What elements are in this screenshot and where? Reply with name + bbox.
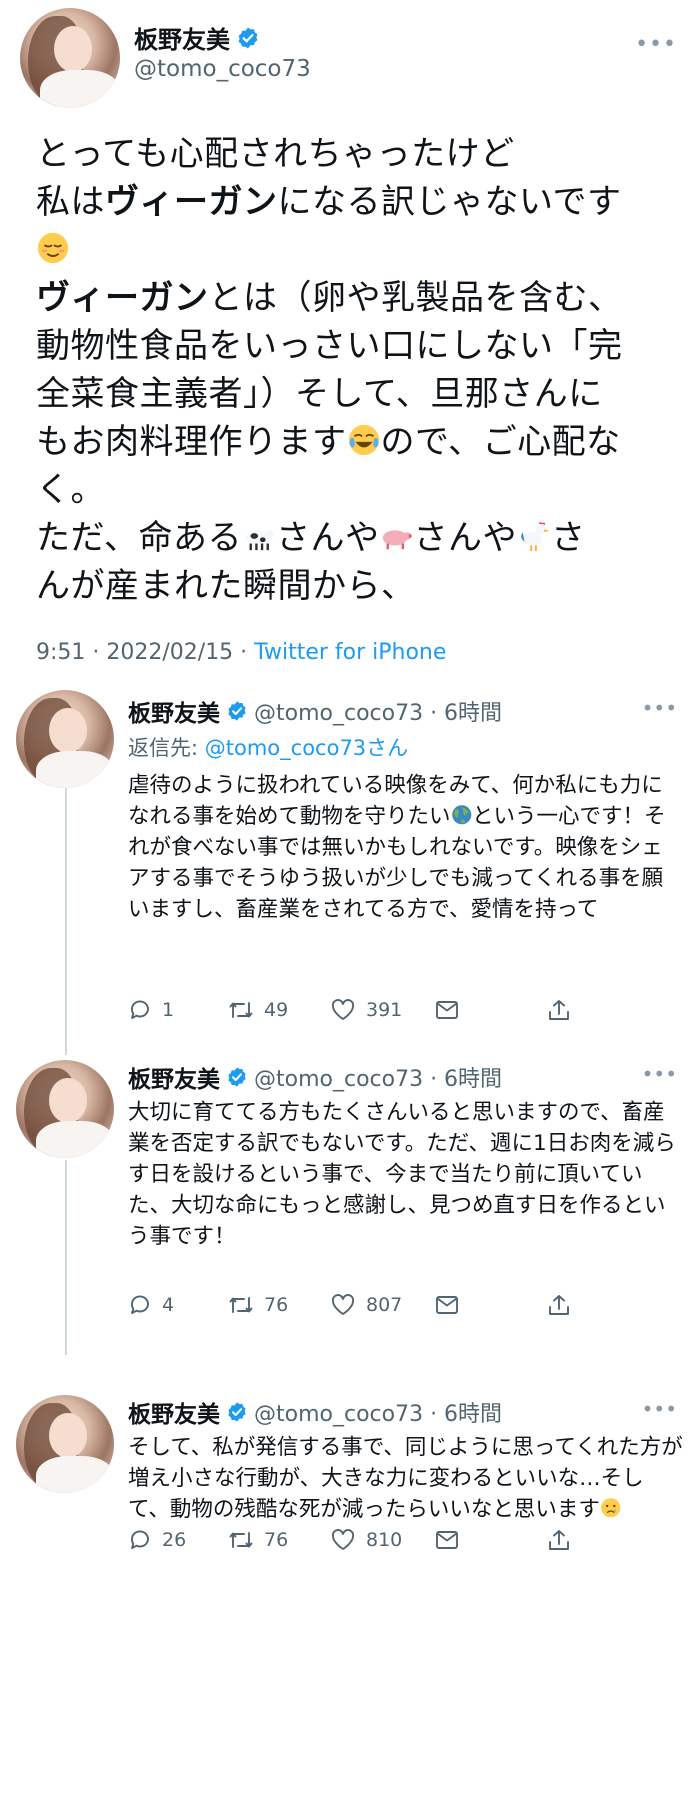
more-dots-icon[interactable]: ••• (642, 1397, 677, 1421)
retweet-button[interactable]: 49 (228, 998, 330, 1022)
tweet-line: く。 (36, 470, 105, 510)
more-dots-icon[interactable]: ••• (642, 1062, 677, 1086)
like-count: 807 (366, 1294, 403, 1316)
reply-button[interactable]: 4 (128, 1293, 228, 1317)
share-button[interactable] (547, 998, 571, 1022)
reply-tweet-2[interactable]: 板野友美 @tomo_coco73 · 6時間 ••• 大切に育ててる方もたくさ… (0, 1055, 699, 1355)
thread-line (65, 1160, 67, 1355)
more-dots-icon[interactable]: ••• (635, 32, 677, 57)
thread-line (65, 785, 67, 1055)
tweet-line: 私はヴィーガンになる訳じゃないです (36, 182, 622, 222)
like-button[interactable]: 807 (330, 1293, 435, 1317)
reply-button[interactable]: 26 (128, 1528, 228, 1552)
reply-text: そして、私が発信する事で、同じように思ってくれた方が増え小さな行動が、大きな力に… (128, 1435, 683, 1522)
globe-emoji-icon (451, 805, 471, 825)
reply-text: 虐待のように扱われている映像をみて、何か私にも力になれる事を始めて動物を守りたい… (128, 773, 666, 922)
like-button[interactable]: 810 (330, 1528, 435, 1552)
tweet-line: もお肉料理作ります ので、ご心配な (36, 422, 621, 462)
retweet-button[interactable]: 76 (228, 1293, 330, 1317)
relieved-face-emoji-icon (37, 232, 69, 264)
reply-author-name[interactable]: 板野友美 (128, 1060, 220, 1094)
reply-text: 大切に育ててる方もたくさんいると思いますので、畜産業を否定する訳でもないです。た… (128, 1100, 676, 1249)
reply-actions: 1 49 391 (128, 998, 668, 1022)
heart-icon (331, 999, 355, 1020)
heart-icon (331, 1529, 355, 1550)
verified-badge-icon (228, 1067, 246, 1087)
tweet-line: とっても心配されちゃったけど (36, 134, 515, 174)
main-author-name-text: 板野友美 (134, 26, 230, 54)
reply-author-handle[interactable]: @tomo_coco73 · 6時間 (254, 1396, 502, 1428)
reply-count: 26 (162, 1529, 187, 1551)
envelope-icon (436, 1531, 458, 1549)
heart-icon (331, 1294, 355, 1315)
retweet-count: 49 (264, 999, 289, 1021)
tweet-line: 動物性食品をいっさい口にしない「完 (36, 326, 623, 366)
verified-badge-icon (228, 1402, 246, 1422)
main-author-name[interactable]: 板野友美 (134, 20, 260, 55)
share-icon (549, 1295, 569, 1315)
envelope-icon (436, 1296, 458, 1314)
retweet-icon (229, 1002, 253, 1018)
reply-bubble-icon (131, 1530, 149, 1549)
like-count: 391 (366, 999, 403, 1021)
share-button[interactable] (547, 1528, 571, 1552)
reply-author-name[interactable]: 板野友美 (128, 1395, 220, 1429)
reply-tweet-3[interactable]: 板野友美 @tomo_coco73 · 6時間 ••• そして、私が発信する事で… (0, 1390, 699, 1817)
reply-actions: 26 76 810 (128, 1528, 668, 1552)
reply-to-handle-link[interactable]: @tomo_coco73さん (205, 736, 408, 760)
crying-face-emoji-icon (601, 1498, 621, 1518)
reply-header: 板野友美 @tomo_coco73 · 6時間 (128, 694, 502, 728)
dm-button[interactable] (435, 1529, 547, 1551)
envelope-icon (436, 1001, 458, 1019)
verified-badge-icon (238, 27, 258, 48)
dm-button[interactable] (435, 999, 547, 1021)
reply-avatar[interactable] (16, 690, 114, 788)
reply-author-name[interactable]: 板野友美 (128, 694, 220, 728)
cow-emoji-icon (245, 530, 275, 551)
dm-button[interactable] (435, 1294, 547, 1316)
reply-author-handle[interactable]: @tomo_coco73 · 6時間 (254, 1061, 502, 1093)
tweet-line: ヴィーガンとは（卵や乳製品を含む、 (36, 278, 623, 318)
tweet-line: 全菜食主義者」）そして、旦那さんに (36, 374, 603, 414)
like-button[interactable]: 391 (330, 998, 435, 1022)
reply-bubble-icon (131, 1295, 149, 1314)
tweet-line: ただ、命ある さんや さんや さ (36, 518, 586, 558)
reply-avatar[interactable] (16, 1395, 114, 1493)
reply-count: 1 (162, 999, 175, 1021)
retweet-count: 76 (264, 1294, 289, 1316)
reply-header: 板野友美 @tomo_coco73 · 6時間 (128, 1395, 502, 1429)
reply-button[interactable]: 1 (128, 998, 228, 1022)
retweet-count: 76 (264, 1529, 289, 1551)
reply-author-handle[interactable]: @tomo_coco73 · 6時間 (254, 695, 502, 727)
tears-of-joy-emoji-icon (348, 424, 379, 456)
like-count: 810 (366, 1529, 403, 1551)
reply-header: 板野友美 @tomo_coco73 · 6時間 (128, 1060, 502, 1094)
reply-bubble-icon (131, 1000, 149, 1019)
main-tweet-text: とっても心配されちゃったけど 私はヴィーガンになる訳じゃないです ヴィーガンとは… (36, 130, 676, 610)
tweet-timestamp[interactable]: 9:51 · 2022/02/15 · Twitter for iPhone (36, 640, 446, 665)
verified-badge-icon (228, 701, 246, 721)
share-icon (549, 1000, 569, 1020)
retweet-button[interactable]: 76 (228, 1528, 330, 1552)
retweet-icon (229, 1297, 253, 1313)
reply-avatar[interactable] (16, 1060, 114, 1158)
pig-emoji-icon (383, 530, 413, 550)
share-button[interactable] (547, 1293, 571, 1317)
tweet-line: んが産まれた瞬間から、 (36, 566, 416, 606)
reply-to-line: 返信先: @tomo_coco73さん (128, 736, 409, 760)
tweet-line (36, 226, 676, 274)
share-icon (549, 1530, 569, 1550)
main-avatar[interactable] (20, 8, 120, 108)
reply-tweet-1[interactable]: 板野友美 @tomo_coco73 · 6時間 ••• 返信先: @tomo_c… (0, 680, 699, 1055)
reply-actions: 4 76 807 (128, 1293, 668, 1317)
rooster-emoji-icon (521, 522, 550, 552)
retweet-icon (229, 1532, 253, 1548)
reply-count: 4 (162, 1294, 175, 1316)
tweet-time: 9:51 · 2022/02/15 · (36, 640, 255, 665)
main-author-handle[interactable]: @tomo_coco73 (134, 56, 311, 82)
tweet-source-link[interactable]: Twitter for iPhone (254, 640, 446, 665)
more-dots-icon[interactable]: ••• (642, 696, 677, 720)
